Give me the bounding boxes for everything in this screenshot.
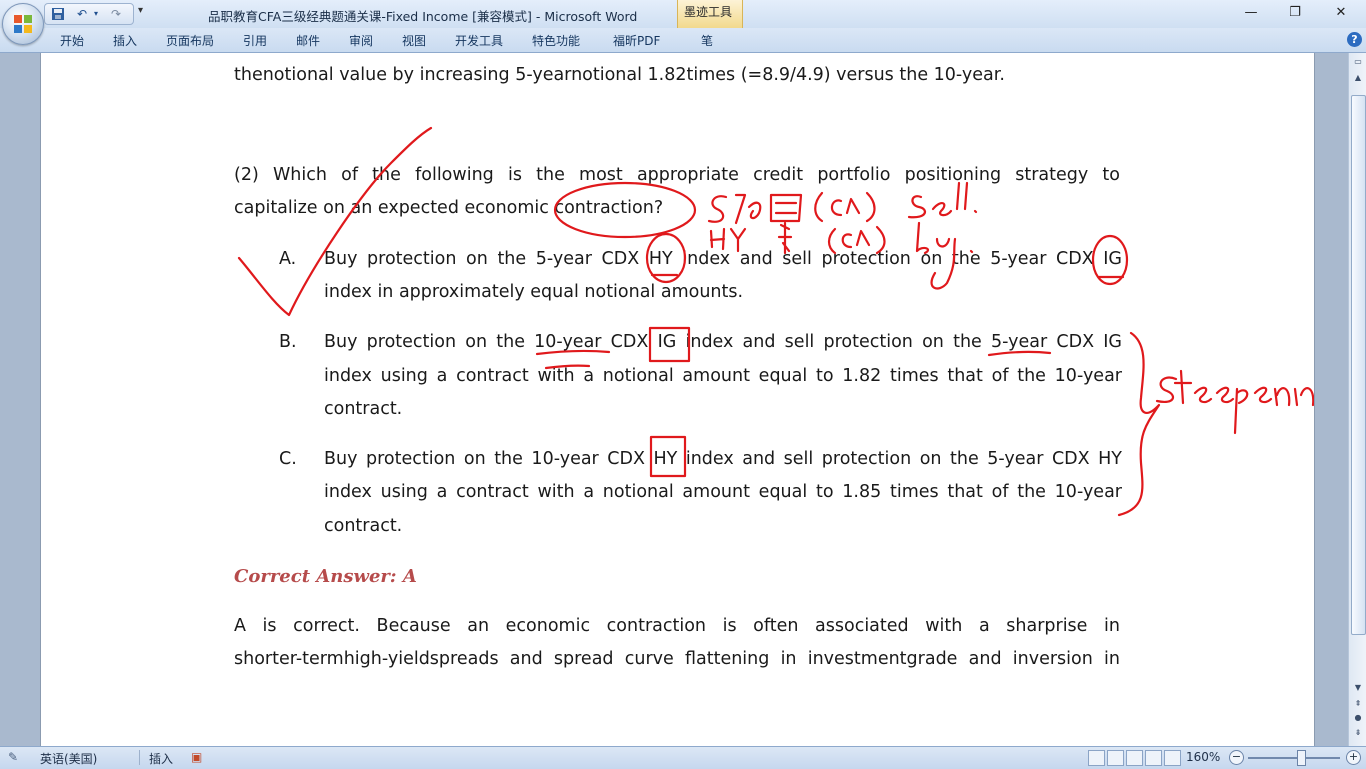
option-c-line: Buy protection on the 10-year CDX HY ind… (324, 449, 1122, 469)
option-b-letter: B. (279, 332, 297, 352)
zoom-out-button[interactable]: − (1229, 750, 1244, 765)
office-logo-icon (14, 15, 32, 33)
minimize-button[interactable]: — (1238, 4, 1264, 22)
handwriting-cr-ink (814, 191, 876, 223)
zoom-in-button[interactable]: + (1346, 750, 1361, 765)
title-bar: ↶ ▾ ↷ ▾ 品职教育CFA三级经典题通关课-Fixed Income [兼容… (0, 0, 1366, 31)
tab-view[interactable]: 视图 (402, 32, 426, 49)
draft-view-icon[interactable] (1164, 750, 1181, 766)
help-icon[interactable]: ? (1347, 32, 1362, 47)
body-text-line: thenotional value by increasing 5-yearno… (234, 65, 1005, 85)
option-a-line: Buy protection on the 5-year CDX HY inde… (324, 249, 1122, 269)
document-page[interactable]: thenotional value by increasing 5-yearno… (40, 53, 1315, 746)
option-a-letter: A. (279, 249, 297, 269)
previous-page-icon[interactable]: ⇞ (1350, 697, 1366, 711)
ribbon-tab-bar: 开始 插入 页面布局 引用 邮件 审阅 视图 开发工具 特色功能 福昕PDF 笔… (0, 28, 1366, 53)
status-bar: ✎ 英语(美国) 插入 ▣ 160% − + (0, 746, 1366, 769)
explanation-line: A is correct. Because an economic contra… (234, 616, 1120, 636)
scroll-up-icon[interactable]: ▲ (1350, 71, 1366, 85)
explanation-line: shorter-termhigh-yieldspreads and spread… (234, 649, 1120, 669)
zoom-level[interactable]: 160% (1186, 750, 1220, 764)
zoom-slider-thumb[interactable] (1296, 750, 1306, 766)
save-icon[interactable] (51, 7, 65, 21)
tab-home[interactable]: 开始 (60, 32, 84, 49)
zoom-slider-track[interactable] (1248, 757, 1340, 759)
undo-dropdown-icon[interactable]: ▾ (89, 7, 103, 21)
ink-tools-contextual-tab[interactable]: 墨迹工具 (677, 0, 743, 31)
answer-heading: Correct Answer: A (234, 566, 417, 587)
question-line: (2) Which of the following is the most a… (234, 165, 1120, 185)
status-divider (139, 750, 140, 765)
insert-mode-indicator[interactable]: 插入 (149, 750, 173, 767)
scrollbar-thumb[interactable] (1351, 95, 1366, 635)
tab-mailings[interactable]: 邮件 (296, 32, 320, 49)
option-c-line: index using a contract with a notional a… (324, 482, 1122, 502)
macro-record-icon[interactable]: ▣ (191, 750, 202, 764)
option-b-line: contract. (324, 399, 403, 419)
browse-object-icon[interactable]: ● (1350, 711, 1366, 725)
handwriting-steepening-ink (1155, 369, 1314, 435)
close-button[interactable]: ✕ (1328, 4, 1354, 22)
brace-ink (1117, 331, 1161, 517)
tab-review[interactable]: 审阅 (349, 32, 373, 49)
language-indicator[interactable]: 英语(美国) (40, 750, 97, 767)
ink-tools-label: 墨迹工具 (684, 5, 733, 19)
tab-references[interactable]: 引用 (243, 32, 267, 49)
outline-view-icon[interactable] (1145, 750, 1162, 766)
option-c-letter: C. (279, 449, 297, 469)
handwriting-5y-ink (707, 195, 728, 223)
restore-button[interactable]: ❐ (1282, 4, 1308, 22)
window-title: 品职教育CFA三级经典题通关课-Fixed Income [兼容模式] - Mi… (208, 9, 638, 24)
ruler-toggle-icon[interactable]: ▭ (1350, 55, 1366, 69)
tab-developer[interactable]: 开发工具 (455, 32, 503, 49)
undo-icon[interactable]: ↶ (75, 7, 89, 21)
tab-foxit-pdf[interactable]: 福昕PDF (613, 32, 660, 49)
quick-access-toolbar: ↶ ▾ ↷ (44, 3, 134, 25)
spellcheck-icon[interactable]: ✎ (8, 750, 18, 764)
tab-pen[interactable]: 笔 (701, 32, 713, 49)
print-layout-view-icon[interactable] (1088, 750, 1105, 766)
document-area: thenotional value by increasing 5-yearno… (0, 53, 1348, 746)
customize-qat-icon[interactable]: ▾ (138, 5, 143, 16)
handwriting-box-ink (769, 193, 803, 223)
option-c-line: contract. (324, 516, 403, 536)
redo-icon[interactable]: ↷ (109, 7, 123, 21)
option-b-line: index using a contract with a notional a… (324, 366, 1122, 386)
tab-page-layout[interactable]: 页面布局 (166, 32, 214, 49)
web-layout-view-icon[interactable] (1126, 750, 1143, 766)
tab-insert[interactable]: 插入 (113, 32, 137, 49)
office-button[interactable] (2, 3, 44, 45)
vertical-scrollbar[interactable]: ▭ ▲ ▼ ⇞ ● ⇟ (1348, 53, 1366, 746)
scroll-down-icon[interactable]: ▼ (1350, 681, 1366, 695)
tab-featured[interactable]: 特色功能 (532, 32, 580, 49)
question-line: capitalize on an expected economic contr… (234, 198, 664, 218)
next-page-icon[interactable]: ⇟ (1350, 726, 1366, 740)
option-a-line: index in approximately equal notional am… (324, 282, 744, 302)
option-b-line: Buy protection on the 10-year CDX IG ind… (324, 332, 1122, 352)
handwriting-ig-ink (734, 193, 762, 225)
full-screen-reading-view-icon[interactable] (1107, 750, 1124, 766)
